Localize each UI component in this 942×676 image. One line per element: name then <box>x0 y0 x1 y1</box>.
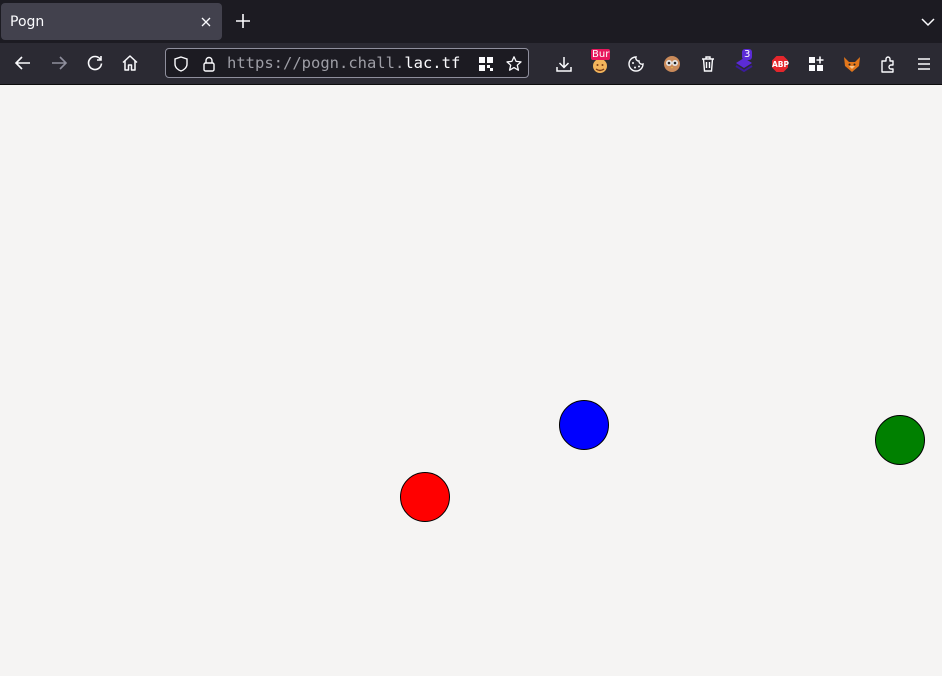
new-tab-plus-icon[interactable] <box>233 11 253 31</box>
owl-extension-icon[interactable] <box>662 54 682 74</box>
chevron-down-icon[interactable] <box>918 12 938 32</box>
forward-arrow-icon[interactable] <box>49 53 69 73</box>
url-host: lac.tf <box>404 54 461 72</box>
qr-code-icon[interactable] <box>477 55 495 73</box>
adblock-label: ABP <box>772 59 790 69</box>
extensions-puzzle-icon[interactable] <box>878 54 898 74</box>
burp-extension-icon[interactable]: Bur <box>590 49 611 74</box>
blue-ball <box>559 400 609 450</box>
close-icon[interactable] <box>197 13 215 31</box>
url-text[interactable]: https://pogn.chall.lac.tf <box>227 54 460 72</box>
cookie-icon[interactable] <box>626 54 646 74</box>
adblock-icon[interactable]: ABP <box>770 54 790 74</box>
tab-strip: Pogn <box>0 0 942 43</box>
reload-icon[interactable] <box>85 53 105 73</box>
green-ball <box>875 415 925 465</box>
layers-extension-icon[interactable]: 3 <box>734 49 754 74</box>
red-ball <box>400 472 450 522</box>
shield-icon[interactable] <box>172 55 190 73</box>
tab-title: Pogn <box>10 14 45 30</box>
fox-extension-icon[interactable] <box>842 54 862 74</box>
downloads-icon[interactable] <box>554 54 574 74</box>
trash-icon[interactable] <box>698 54 718 74</box>
burp-badge: Bur <box>591 49 611 60</box>
notification-badge: 3 <box>742 49 753 60</box>
back-arrow-icon[interactable] <box>13 53 33 73</box>
navigation-toolbar: https://pogn.chall.lac.tf Bur 3 ABP <box>0 43 942 85</box>
url-prefix: https://pogn.chall. <box>227 54 405 72</box>
add-widget-icon[interactable] <box>806 54 826 74</box>
hamburger-menu-icon[interactable] <box>914 54 934 74</box>
lock-icon[interactable] <box>200 55 218 73</box>
game-canvas[interactable] <box>0 85 942 676</box>
bookmark-star-icon[interactable] <box>505 55 523 73</box>
home-icon[interactable] <box>120 53 140 73</box>
tab-pogn[interactable]: Pogn <box>1 3 222 40</box>
url-bar[interactable]: https://pogn.chall.lac.tf <box>165 48 529 78</box>
